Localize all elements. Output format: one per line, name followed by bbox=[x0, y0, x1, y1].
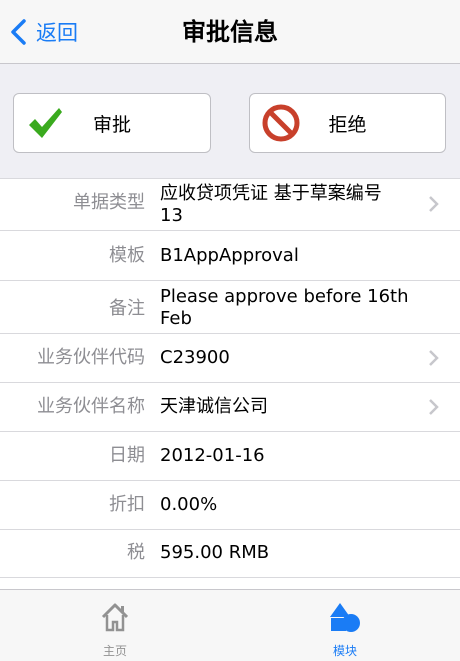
row-value: 天津诚信公司 bbox=[160, 396, 268, 417]
shapes-icon bbox=[330, 603, 360, 632]
row-label: 日期 bbox=[109, 445, 145, 466]
page-title: 审批信息 bbox=[182, 18, 278, 46]
reject-button[interactable]: 拒绝 bbox=[249, 93, 446, 153]
tab-home-label: 主页 bbox=[102, 644, 127, 658]
row-value: 595.00 RMB bbox=[160, 542, 270, 563]
row-label: 模板 bbox=[109, 245, 145, 266]
tab-home[interactable]: 主页 bbox=[0, 590, 230, 661]
approve-button[interactable]: 审批 bbox=[13, 93, 211, 153]
detail-row-date: 日期 2012-01-16 bbox=[0, 432, 460, 481]
row-label: 业务伙伴名称 bbox=[37, 396, 145, 417]
row-value: 应收贷项凭证 基于草案编号 13 bbox=[160, 183, 382, 226]
detail-row-partner-code[interactable]: 业务伙伴代码 C23900 bbox=[0, 334, 460, 383]
row-value: 2012-01-16 bbox=[160, 445, 265, 466]
approve-button-label: 审批 bbox=[92, 113, 131, 136]
row-label: 备注 bbox=[109, 298, 145, 319]
row-label: 折扣 bbox=[109, 494, 145, 515]
row-label: 单据类型 bbox=[73, 192, 145, 213]
tab-modules-label: 模块 bbox=[332, 644, 357, 658]
row-value: B1AppApproval bbox=[160, 245, 299, 266]
detail-row-remarks: 备注 Please approve before 16th Feb bbox=[0, 281, 460, 334]
detail-row-document-type[interactable]: 单据类型 应收贷项凭证 基于草案编号 13 bbox=[0, 179, 460, 231]
navigation-bar: 返回 审批信息 bbox=[0, 0, 460, 64]
chevron-right-icon bbox=[429, 399, 439, 415]
approval-detail-list: 单据类型 应收贷项凭证 基于草案编号 13 模板 B1AppApproval 备… bbox=[0, 178, 460, 589]
detail-row-template: 模板 B1AppApproval bbox=[0, 231, 460, 281]
action-area: 审批 拒绝 bbox=[0, 64, 460, 178]
tab-bar: 主页 模块 bbox=[0, 589, 460, 661]
detail-row-partner-name[interactable]: 业务伙伴名称 天津诚信公司 bbox=[0, 383, 460, 432]
detail-row-discount: 折扣 0.00% bbox=[0, 481, 460, 530]
detail-row-tax: 税 595.00 RMB bbox=[0, 530, 460, 578]
chevron-right-icon bbox=[429, 350, 439, 366]
row-label: 税 bbox=[127, 542, 145, 563]
row-value: 0.00% bbox=[160, 494, 218, 515]
row-value: Please approve before 16th Feb bbox=[160, 286, 409, 329]
row-label: 业务伙伴代码 bbox=[37, 347, 145, 368]
tab-modules[interactable]: 模块 bbox=[230, 590, 460, 661]
home-icon bbox=[101, 603, 129, 632]
row-value: C23900 bbox=[160, 347, 230, 368]
reject-button-label: 拒绝 bbox=[328, 113, 367, 136]
chevron-right-icon bbox=[429, 196, 439, 212]
